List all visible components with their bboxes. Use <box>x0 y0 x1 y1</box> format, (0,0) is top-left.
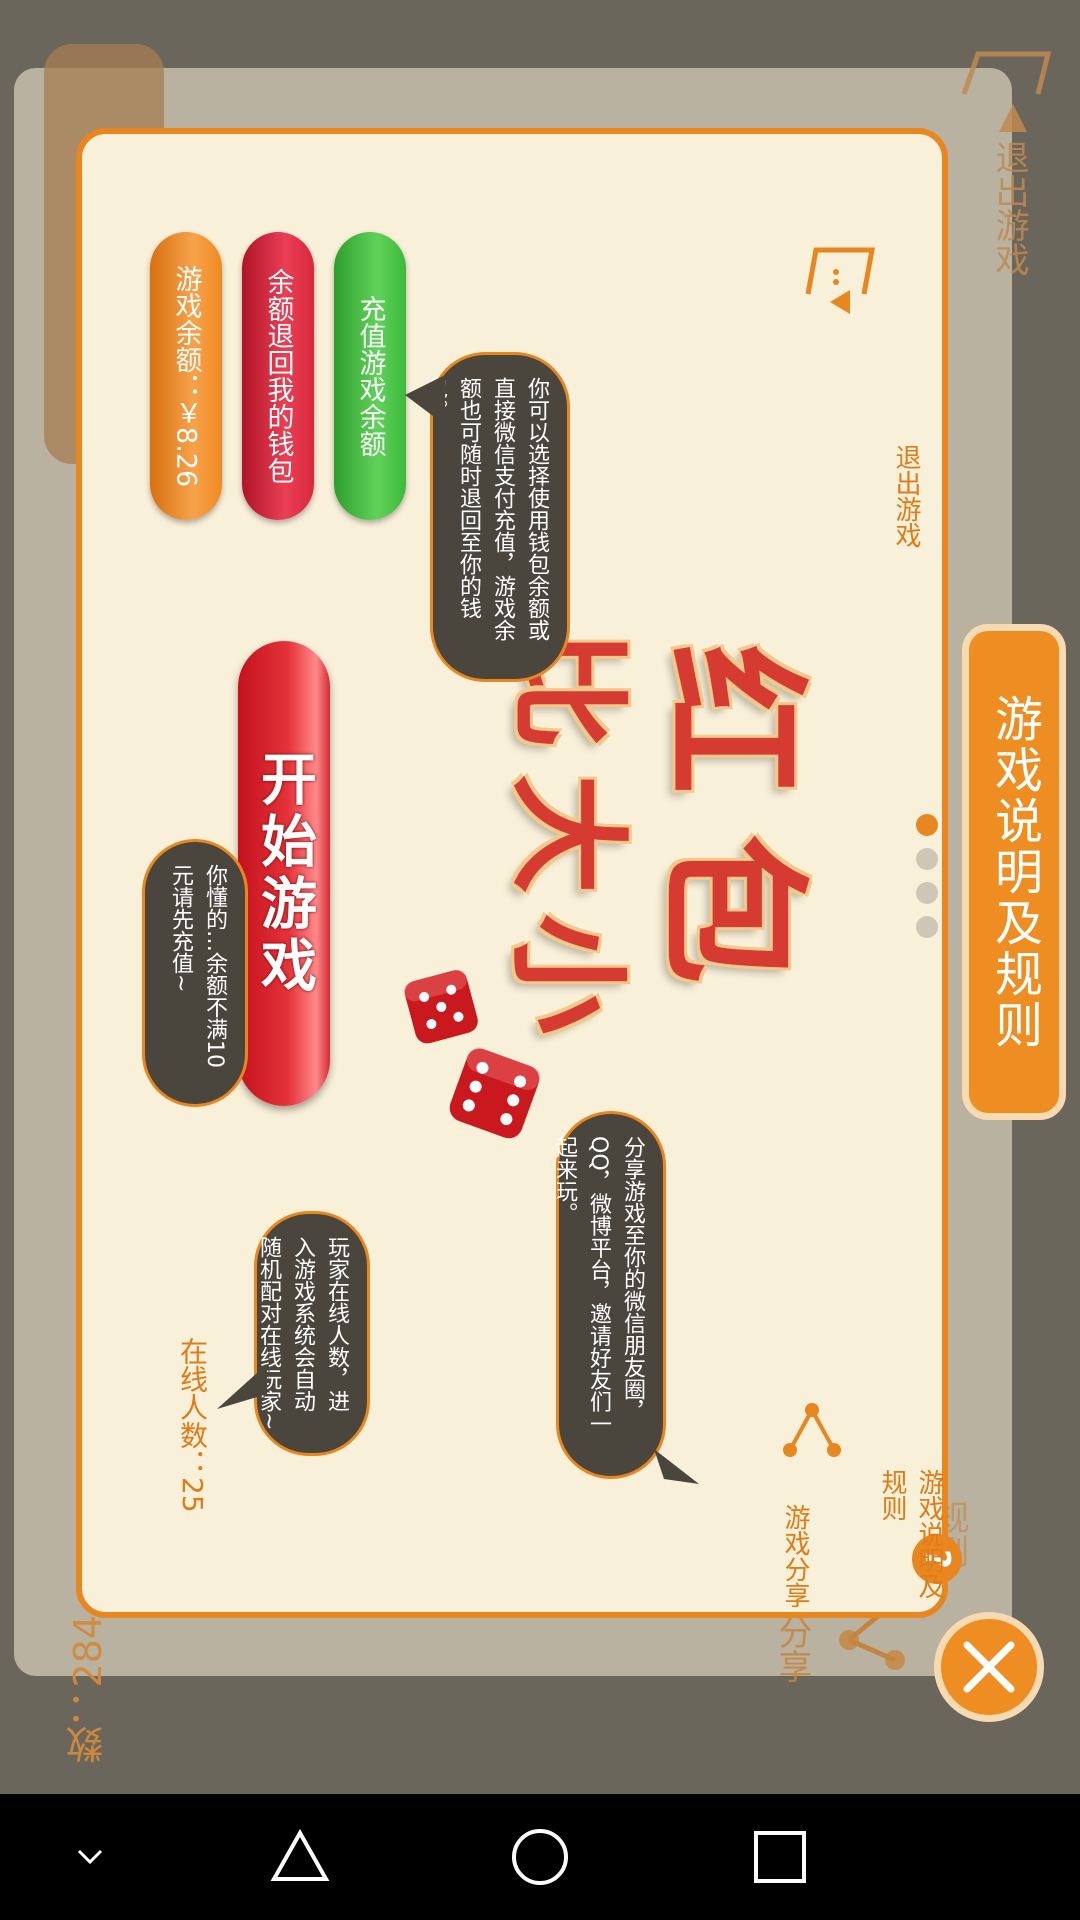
online-tip-text: 玩家在线人数，进入游戏系统会自动随机配对在线玩家~ <box>256 1236 349 1431</box>
exit-icon[interactable] <box>800 242 880 322</box>
bubble-tail <box>654 1449 699 1484</box>
page-indicator <box>916 814 938 950</box>
home-circle-icon <box>512 1829 568 1885</box>
background-exit-label: 退出游戏 <box>989 140 1029 276</box>
background-online-count: 数：284 <box>66 1615 110 1764</box>
back-triangle-icon <box>270 1829 330 1881</box>
exit-label[interactable]: 退出游戏 <box>888 444 925 548</box>
background-share-label: 分享 <box>772 1615 812 1683</box>
start-game-button[interactable]: 开始游戏 <box>238 641 330 1106</box>
recents-square-icon <box>754 1831 806 1883</box>
recharge-button[interactable]: 充值游戏余额 <box>334 232 406 520</box>
share-tip-bubble: 分享游戏至你的微信朋友圈，QQ，微博平台，邀请好友们一起来玩。 <box>552 1111 699 1484</box>
dice-icon <box>404 969 540 1139</box>
close-icon <box>963 1641 1015 1693</box>
recharge-button-label: 充值游戏余额 <box>354 295 386 457</box>
share-tip-text: 分享游戏至你的微信朋友圈，QQ，微博平台，邀请好友们一起来玩。 <box>552 1136 645 1435</box>
recharge-tip-bubble: 你可以选择使用钱包余额或直接微信支付充值，游戏余额也可随时退回至你的钱包。 <box>405 352 570 682</box>
page-dot[interactable] <box>916 882 938 904</box>
page-dot-active[interactable] <box>916 814 938 836</box>
share-icon[interactable] <box>782 1402 842 1462</box>
balance-label: 游戏余额：￥8.26 <box>170 264 202 488</box>
page-dot[interactable] <box>916 848 938 870</box>
bubble-tail <box>217 1364 267 1409</box>
system-navigation-bar <box>0 1794 1080 1920</box>
title-char-2: 包 <box>644 833 821 985</box>
nav-home-button[interactable] <box>505 1794 575 1920</box>
title-char-1: 红 <box>644 643 821 795</box>
refund-button[interactable]: 余额退回我的钱包 <box>242 232 314 520</box>
help-label[interactable]: 游戏说明及规则 <box>874 1469 948 1612</box>
rules-tab-label: 游戏说明及规则 <box>986 693 1042 1051</box>
background-exit-icon <box>961 51 1052 132</box>
rules-tab[interactable]: 游戏说明及规则 <box>962 624 1066 1120</box>
nav-recents-button[interactable] <box>745 1794 815 1920</box>
balance-display: 游戏余额：￥8.26 <box>150 232 222 520</box>
online-count-label: 在线人数：25 <box>176 1337 209 1513</box>
page-dot[interactable] <box>916 916 938 938</box>
nav-hide-button[interactable] <box>60 1794 120 1920</box>
chevron-down-icon <box>77 1849 103 1865</box>
close-button[interactable] <box>934 1612 1044 1722</box>
online-tip-bubble: 玩家在线人数，进入游戏系统会自动随机配对在线玩家~ <box>217 1211 370 1456</box>
nav-back-button[interactable] <box>265 1794 335 1920</box>
share-label[interactable]: 游戏分享 <box>777 1504 814 1608</box>
start-game-label: 开始游戏 <box>251 749 317 998</box>
instructions-dialog: 退出游戏 ? 游戏说明及规则 游戏分享 红 包 比 大 小 充值游戏余额 余额退… <box>76 128 962 1618</box>
start-tip-text: 你懂的…余额不满10元请先充值~ <box>168 864 227 1068</box>
bubble-tail <box>405 375 445 425</box>
start-tip-bubble: 你懂的…余额不满10元请先充值~ <box>142 839 248 1107</box>
title-char-4: 大 <box>497 774 638 894</box>
refund-button-label: 余额退回我的钱包 <box>262 268 294 484</box>
